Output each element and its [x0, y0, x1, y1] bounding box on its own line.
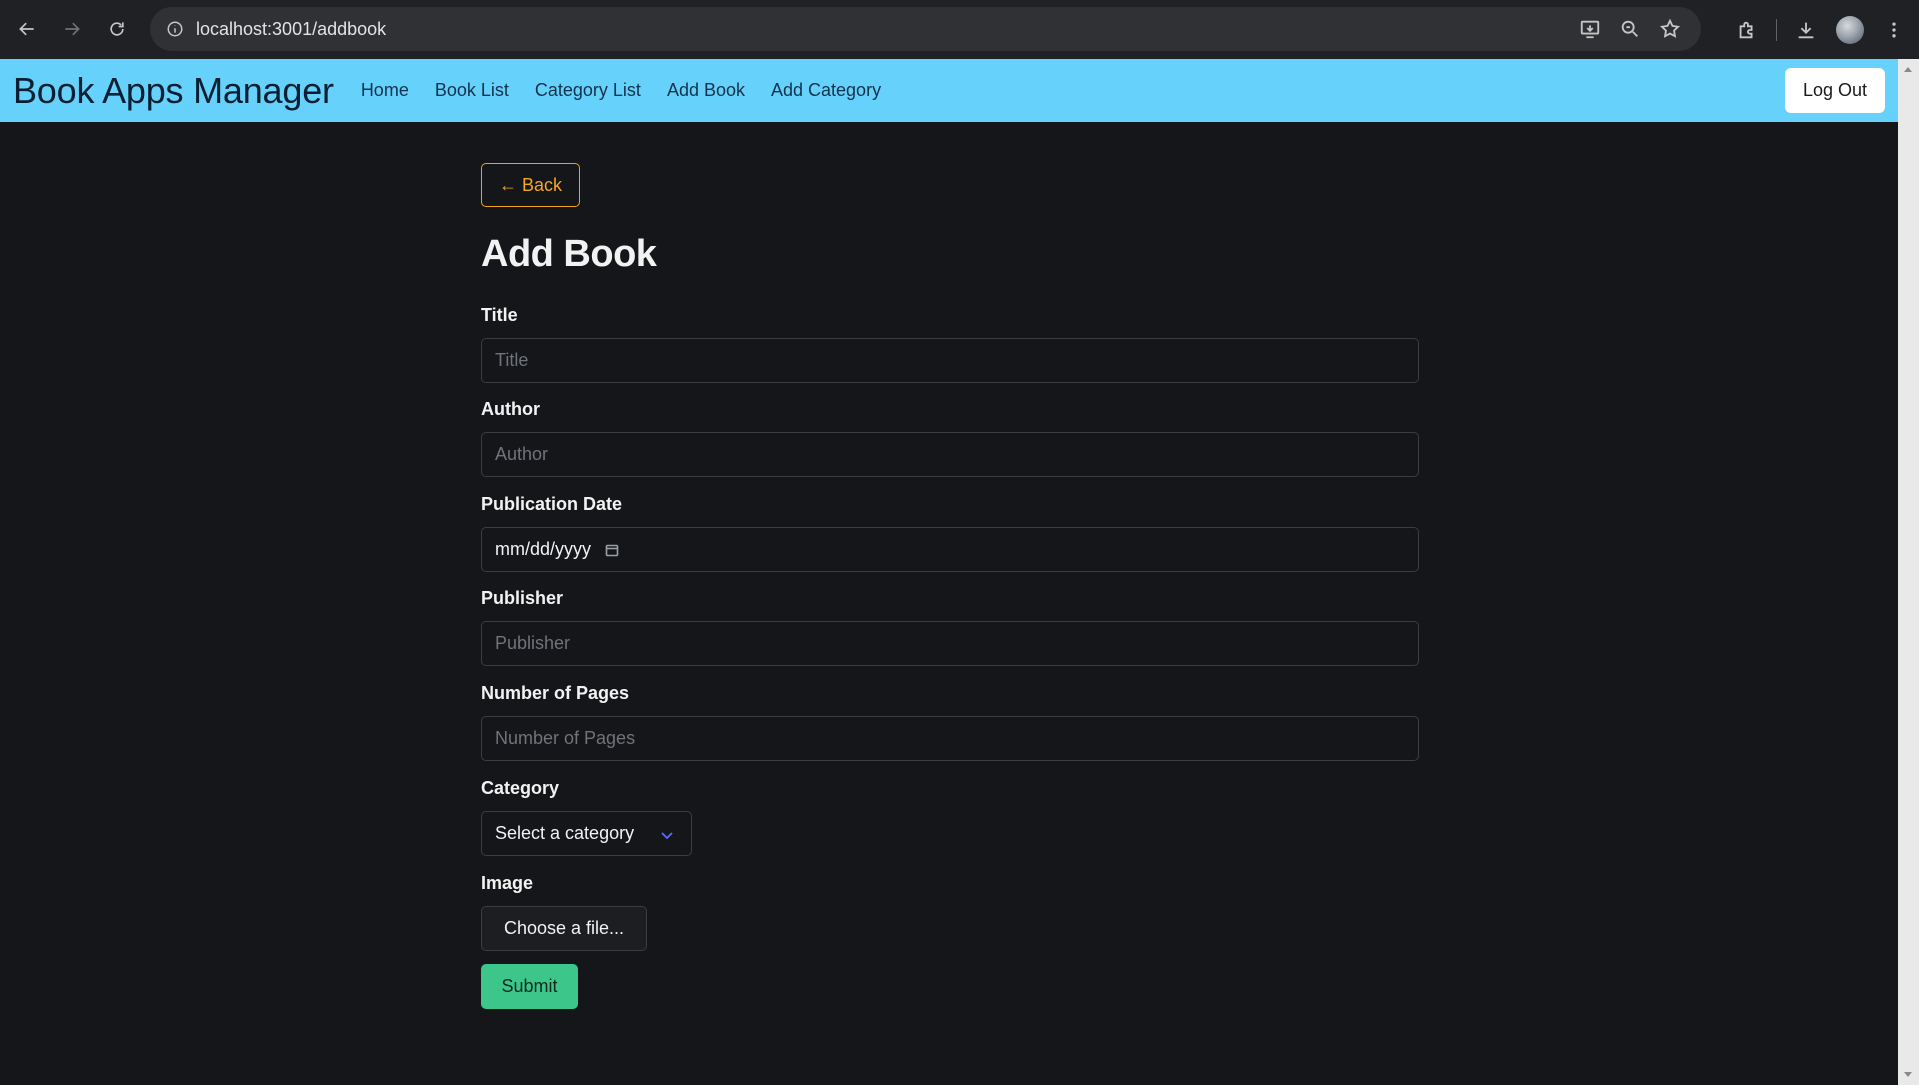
category-selected-value: Select a category [495, 823, 635, 843]
install-app-icon[interactable] [1577, 16, 1603, 42]
brand-logo[interactable]: Book Apps Manager [13, 70, 334, 112]
image-label: Image [481, 873, 534, 893]
choose-file-button[interactable]: Choose a file... [481, 906, 647, 951]
nav-link-add-book[interactable]: Add Book [654, 80, 758, 101]
downloads-icon[interactable] [1791, 15, 1821, 45]
forward-arrow-icon[interactable] [54, 11, 90, 47]
nav-link-add-category[interactable]: Add Category [758, 80, 894, 101]
publisher-label: Publisher [481, 588, 564, 608]
page-scrollbar[interactable] [1898, 59, 1919, 1085]
page-title: Add Book [481, 233, 657, 275]
nav-link-category-list[interactable]: Category List [522, 80, 654, 101]
browser-toolbar: localhost:3001/addbook [0, 0, 1919, 59]
zoom-icon[interactable] [1617, 16, 1643, 42]
nav-links: Home Book List Category List Add Book Ad… [348, 80, 894, 101]
toolbar-divider [1776, 18, 1777, 41]
logout-button[interactable]: Log Out [1784, 68, 1885, 113]
profile-avatar[interactable] [1835, 15, 1865, 45]
scroll-down-icon[interactable] [1904, 1072, 1912, 1077]
extensions-icon[interactable] [1732, 15, 1762, 45]
author-label: Author [481, 399, 540, 419]
back-button[interactable]: ← Back [481, 163, 580, 207]
reload-icon[interactable] [99, 11, 135, 47]
app-navbar: Book Apps Manager Home Book List Categor… [0, 59, 1898, 122]
bookmark-star-icon[interactable] [1657, 16, 1683, 42]
pages-label: Number of Pages [481, 683, 630, 703]
url-text[interactable]: localhost:3001/addbook [196, 19, 386, 40]
scroll-up-icon[interactable] [1904, 67, 1912, 72]
kebab-menu-icon[interactable] [1879, 15, 1909, 45]
category-select[interactable]: Select a category [481, 811, 692, 856]
pages-input[interactable] [481, 716, 1419, 761]
publication-date-label: Publication Date [481, 494, 623, 514]
site-info-icon[interactable] [160, 14, 190, 44]
chevron-down-icon [659, 827, 675, 843]
publisher-input[interactable] [481, 621, 1419, 666]
back-arrow-icon[interactable] [9, 11, 45, 47]
calendar-icon[interactable] [605, 543, 619, 557]
nav-link-home[interactable]: Home [348, 80, 422, 101]
title-input[interactable] [481, 338, 1419, 383]
date-value: mm/dd/yyyy [495, 539, 592, 559]
author-input[interactable] [481, 432, 1419, 477]
nav-link-book-list[interactable]: Book List [422, 80, 522, 101]
submit-button[interactable]: Submit [481, 964, 578, 1009]
address-bar[interactable]: localhost:3001/addbook [150, 7, 1701, 51]
publication-date-input[interactable]: mm/dd/yyyy [481, 527, 1419, 572]
title-label: Title [481, 305, 518, 325]
category-label: Category [481, 778, 560, 798]
